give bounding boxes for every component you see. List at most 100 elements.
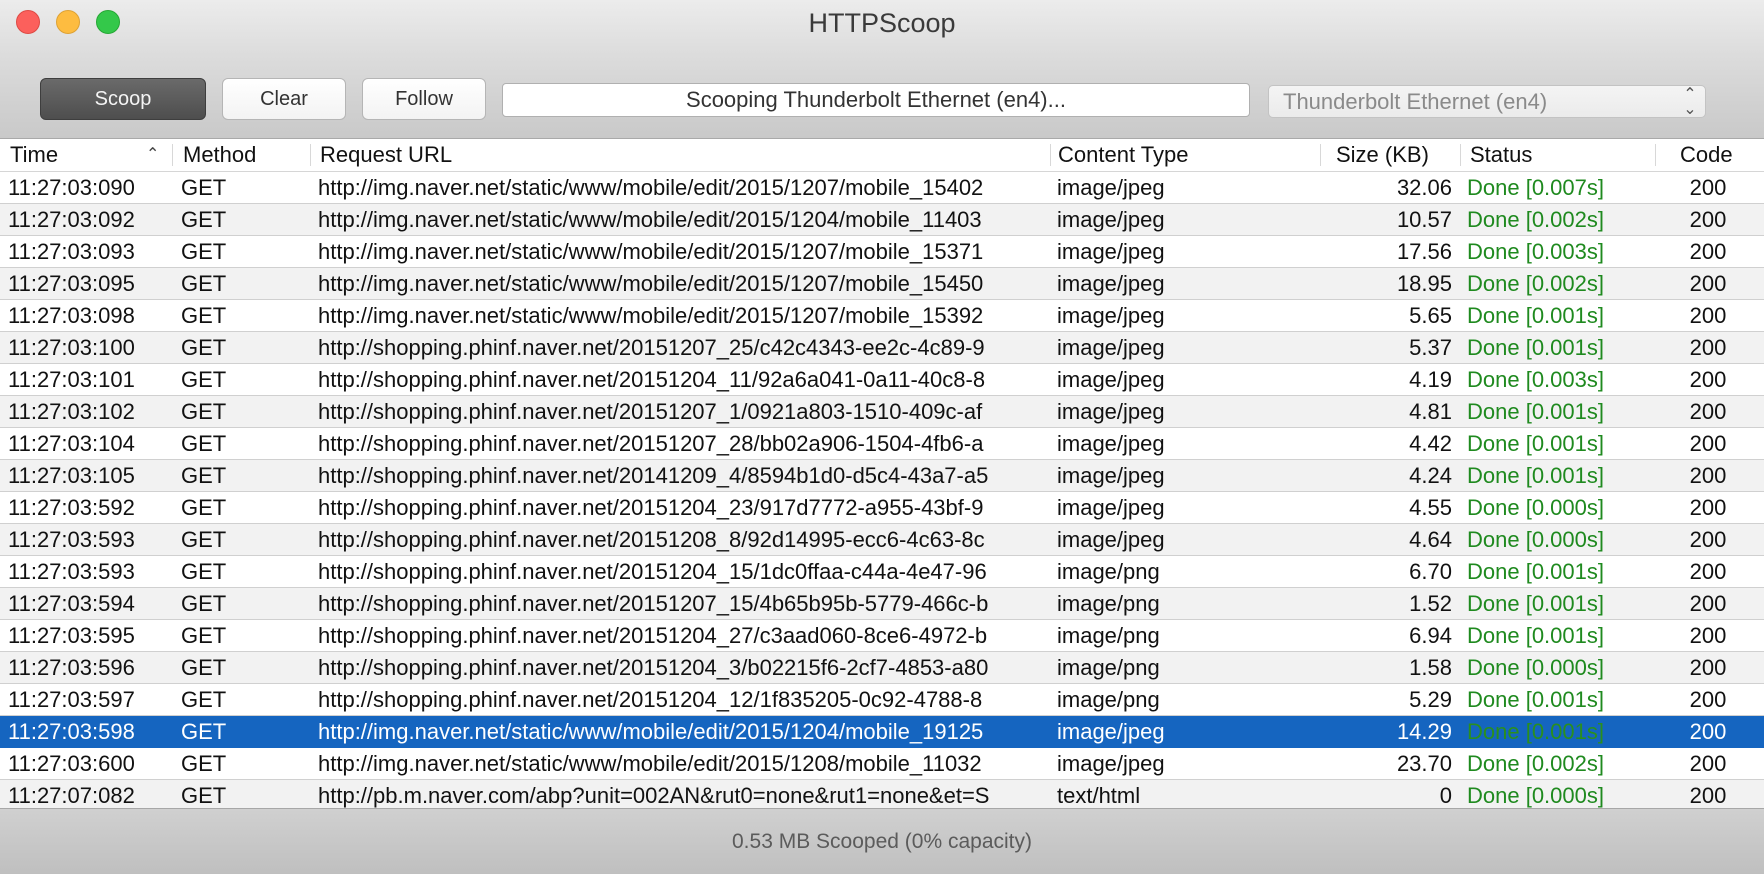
cell-request-url: http://shopping.phinf.naver.net/20151207… (318, 591, 989, 616)
table-row[interactable]: 11:27:03:101 GET http://shopping.phinf.nav… (0, 364, 1764, 396)
cell-method: GET (181, 783, 227, 808)
column-separator[interactable] (1460, 144, 1461, 166)
cell-content-type: image/png (1057, 655, 1160, 680)
table-row[interactable]: 11:27:03:598 GET http://img.naver.net/stat… (0, 716, 1764, 748)
column-header-method[interactable]: Method (183, 139, 256, 171)
cell-content-type: image/jpeg (1057, 719, 1165, 744)
interface-select[interactable]: Thunderbolt Ethernet (en4) ⌃ ⌄ (1268, 85, 1706, 118)
cell-content-type: image/jpeg (1057, 431, 1165, 456)
cell-time: 11:27:03:098 (8, 303, 135, 328)
cell-time: 11:27:03:600 (8, 751, 135, 776)
cell-method: GET (181, 271, 227, 296)
cell-code: 200 (1689, 591, 1727, 616)
cell-method: GET (181, 687, 227, 712)
cell-size: 5.65 (1409, 303, 1452, 328)
httpscoop-window: HTTPScoop Scoop Clear Follow Scooping Th… (0, 0, 1764, 874)
cell-content-type: image/jpeg (1057, 751, 1165, 776)
table-row[interactable]: 11:27:03:593 GET http://shopping.phinf.nav… (0, 556, 1764, 588)
cell-request-url: http://shopping.phinf.naver.net/20151207… (318, 335, 985, 360)
cell-size: 6.94 (1409, 623, 1452, 648)
cell-time: 11:27:03:592 (8, 495, 135, 520)
cell-time: 11:27:03:093 (8, 239, 135, 264)
column-header-code[interactable]: Code (1680, 139, 1733, 171)
cell-size: 10.57 (1396, 207, 1452, 232)
cell-time: 11:27:03:105 (8, 463, 135, 488)
column-separator[interactable] (1050, 144, 1051, 166)
cell-time: 11:27:03:598 (8, 719, 135, 744)
table-row[interactable]: 11:27:03:095 GET http://img.naver.net/stat… (0, 268, 1764, 300)
cell-code: 200 (1689, 783, 1727, 808)
column-header-content-type[interactable]: Content Type (1058, 139, 1188, 171)
cell-request-url: http://shopping.phinf.naver.net/20151204… (318, 687, 983, 712)
interface-select-value: Thunderbolt Ethernet (en4) (1283, 89, 1548, 114)
cell-time: 11:27:03:593 (8, 559, 135, 584)
cell-content-type: image/jpeg (1057, 399, 1165, 424)
cell-content-type: image/jpeg (1057, 303, 1165, 328)
table-row[interactable]: 11:27:03:594 GET http://shopping.phinf.nav… (0, 588, 1764, 620)
cell-content-type: image/png (1057, 623, 1160, 648)
column-separator[interactable] (310, 144, 311, 166)
scoop-button[interactable]: Scoop (40, 78, 206, 120)
table-row[interactable]: 11:27:03:595 GET http://shopping.phinf.nav… (0, 620, 1764, 652)
cell-method: GET (181, 239, 227, 264)
table-row[interactable]: 11:27:03:592 GET http://shopping.phinf.nav… (0, 492, 1764, 524)
table-row[interactable]: 11:27:03:100 GET http://shopping.phinf.nav… (0, 332, 1764, 364)
cell-method: GET (181, 719, 227, 744)
cell-code: 200 (1689, 719, 1727, 744)
cell-method: GET (181, 175, 227, 200)
column-header-request-url[interactable]: Request URL (320, 139, 452, 171)
cell-size: 4.42 (1409, 431, 1452, 456)
cell-time: 11:27:03:594 (8, 591, 135, 616)
column-header-status[interactable]: Status (1470, 139, 1532, 171)
cell-status: Done [0.002s] (1467, 207, 1604, 232)
table-row[interactable]: 11:27:03:593 GET http://shopping.phinf.nav… (0, 524, 1764, 556)
column-separator[interactable] (1320, 144, 1321, 166)
table-row[interactable]: 11:27:03:600 GET http://img.naver.net/stat… (0, 748, 1764, 780)
cell-time: 11:27:07:082 (8, 783, 135, 808)
table-row[interactable]: 11:27:03:104 GET http://shopping.phinf.nav… (0, 428, 1764, 460)
table-row[interactable]: 11:27:03:090 GET http://img.naver.net/stat… (0, 172, 1764, 204)
window-title: HTTPScoop (808, 8, 956, 38)
toolbar: HTTPScoop Scoop Clear Follow Scooping Th… (0, 0, 1764, 139)
cell-size: 6.70 (1409, 559, 1452, 584)
cell-content-type: image/jpeg (1057, 207, 1165, 232)
cell-size: 18.95 (1396, 271, 1452, 296)
table-row[interactable]: 11:27:03:105 GET http://shopping.phinf.nav… (0, 460, 1764, 492)
cell-method: GET (181, 591, 227, 616)
cell-code: 200 (1689, 431, 1727, 456)
table-row[interactable]: 11:27:03:596 GET http://shopping.phinf.nav… (0, 652, 1764, 684)
sort-ascending-icon[interactable]: ⌃ (146, 139, 159, 171)
clear-button[interactable]: Clear (222, 78, 346, 120)
column-separator[interactable] (1655, 144, 1656, 166)
follow-button[interactable]: Follow (362, 78, 486, 120)
table-row[interactable]: 11:27:03:092 GET http://img.naver.net/stat… (0, 204, 1764, 236)
cell-method: GET (181, 655, 227, 680)
cell-time: 11:27:03:597 (8, 687, 135, 712)
cell-request-url: http://shopping.phinf.naver.net/20151204… (318, 559, 987, 584)
cell-request-url: http://shopping.phinf.naver.net/20151204… (318, 367, 986, 392)
cell-status: Done [0.000s] (1467, 527, 1604, 552)
table-row[interactable]: 11:27:03:093 GET http://img.naver.net/stat… (0, 236, 1764, 268)
cell-method: GET (181, 303, 227, 328)
table-row[interactable]: 11:27:03:098 GET http://img.naver.net/stat… (0, 300, 1764, 332)
table-row[interactable]: 11:27:03:597 GET http://shopping.phinf.nav… (0, 684, 1764, 716)
cell-request-url: http://shopping.phinf.naver.net/20151207… (318, 431, 984, 456)
cell-status: Done [0.007s] (1467, 175, 1604, 200)
cell-time: 11:27:03:104 (8, 431, 135, 456)
table-row[interactable]: 11:27:03:102 GET http://shopping.phinf.nav… (0, 396, 1764, 428)
cell-status: Done [0.000s] (1467, 495, 1604, 520)
cell-size: 4.55 (1409, 495, 1452, 520)
cell-code: 200 (1689, 687, 1727, 712)
cell-size: 23.70 (1396, 751, 1452, 776)
column-header-time[interactable]: Time (10, 139, 58, 171)
cell-time: 11:27:03:595 (8, 623, 135, 648)
cell-method: GET (181, 463, 227, 488)
cell-method: GET (181, 751, 227, 776)
cell-request-url: http://shopping.phinf.naver.net/20151208… (318, 527, 985, 552)
column-separator[interactable] (172, 144, 173, 166)
column-header-size[interactable]: Size (KB) (1336, 139, 1429, 171)
cell-status: Done [0.001s] (1467, 623, 1604, 648)
cell-code: 200 (1689, 751, 1727, 776)
cell-code: 200 (1689, 367, 1727, 392)
cell-content-type: image/png (1057, 591, 1160, 616)
